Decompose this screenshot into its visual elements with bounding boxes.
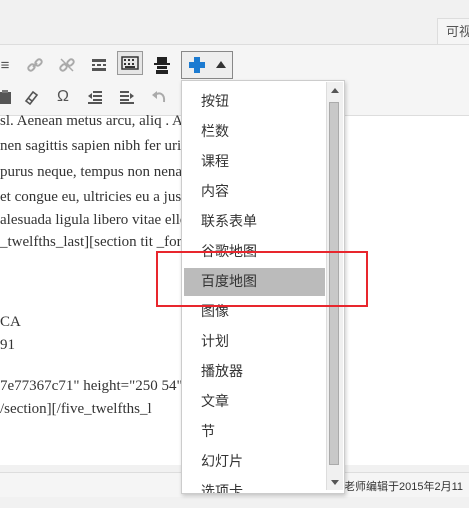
tab-visual[interactable]: 可视: [437, 18, 469, 44]
content-line: /section][/five_twelfths_l: [0, 401, 152, 417]
menu-item-button[interactable]: 按钮: [182, 88, 327, 116]
list-icon[interactable]: ≡: [0, 53, 18, 77]
menu-item-article[interactable]: 文章: [182, 388, 327, 416]
menu-item-player[interactable]: 播放器: [182, 358, 327, 386]
content-line: CA: [0, 314, 21, 330]
editor-tab-bar: 可视: [0, 0, 469, 44]
indent-icon[interactable]: [114, 85, 140, 109]
plus-icon: [188, 56, 206, 74]
unlink-icon[interactable]: [54, 53, 80, 77]
spy-icon[interactable]: [149, 53, 175, 77]
menu-item-section[interactable]: 节: [182, 418, 327, 446]
menu-item-columns[interactable]: 栏数: [182, 118, 327, 146]
link-icon[interactable]: [22, 53, 48, 77]
keyboard-icon[interactable]: [117, 51, 143, 75]
menu-item-content[interactable]: 内容: [182, 178, 327, 206]
highlight-annotation: [156, 251, 368, 307]
menu-item-slideshow[interactable]: 幻灯片: [182, 448, 327, 476]
menu-item-tabs[interactable]: 选项卡: [182, 478, 327, 493]
more-icon[interactable]: [86, 53, 112, 77]
eraser-icon[interactable]: [18, 85, 44, 109]
outdent-icon[interactable]: [82, 85, 108, 109]
omega-icon[interactable]: Ω: [50, 85, 76, 109]
last-edited-text: 老师编辑于2015年2月11: [344, 481, 464, 493]
menu-item-contact-form[interactable]: 联系表单: [182, 208, 327, 236]
menu-item-plan[interactable]: 计划: [182, 328, 327, 356]
shortcode-insert-button[interactable]: [181, 51, 233, 79]
scroll-down-icon[interactable]: [331, 480, 339, 485]
caret-up-icon[interactable]: [216, 61, 226, 68]
undo-icon[interactable]: [146, 85, 172, 109]
scroll-up-icon[interactable]: [331, 88, 339, 93]
menu-item-course[interactable]: 课程: [182, 148, 327, 176]
content-line: 91: [0, 337, 15, 353]
paste-icon[interactable]: [0, 85, 18, 109]
